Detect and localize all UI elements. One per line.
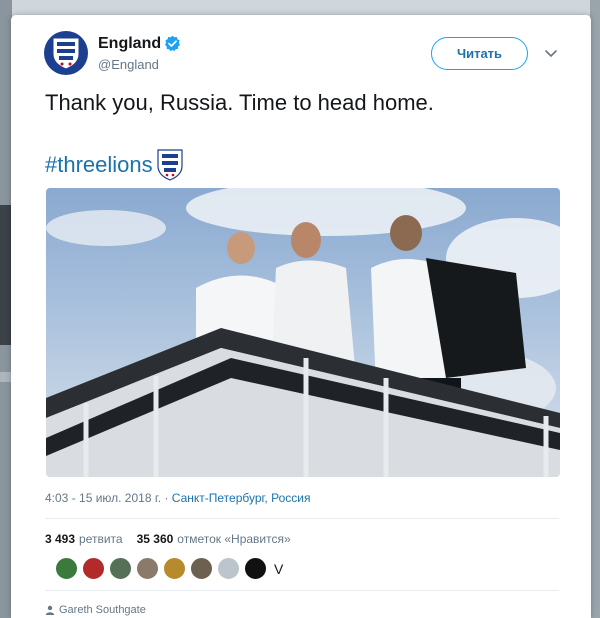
liker-avatar[interactable] (217, 557, 240, 580)
divider (45, 590, 559, 591)
user-handle[interactable]: @England (98, 57, 159, 72)
liker-avatar[interactable] (136, 557, 159, 580)
tweet-meta: 4:03 - 15 июл. 2018 г. · Санкт-Петербург… (45, 491, 310, 505)
like-label: отметок «Нравится» (177, 532, 291, 546)
retweet-stat[interactable]: 3 493 ретвита (45, 532, 123, 546)
tweet-location[interactable]: Санкт-Петербург, Россия (172, 491, 311, 505)
tweet-card: England @England Читать Thank you, Russi… (11, 15, 591, 618)
meta-separator: · (164, 491, 172, 505)
avatar[interactable] (44, 31, 88, 75)
author-attribution: Gareth Southgate (45, 604, 146, 616)
tweet-photo[interactable] (46, 188, 560, 477)
hashtag-link[interactable]: #threelions (45, 152, 153, 178)
three-lions-crest-icon (157, 149, 183, 181)
person-icon (45, 605, 55, 615)
three-lions-crest-icon (52, 37, 80, 70)
like-count: 35 360 (136, 532, 174, 546)
tweet-text: Thank you, Russia. Time to head home. (45, 90, 434, 115)
tweet-timestamp[interactable]: 4:03 - 15 июл. 2018 г. (45, 491, 161, 505)
verified-icon (164, 35, 181, 52)
liker-more-icon[interactable]: V (274, 561, 283, 577)
user-name[interactable]: England (98, 35, 161, 53)
team-boarding-plane-photo (46, 188, 560, 477)
liker-avatar[interactable] (82, 557, 105, 580)
retweet-count: 3 493 (45, 532, 76, 546)
retweet-label: ретвита (79, 532, 123, 546)
caret-down-icon[interactable] (543, 45, 559, 61)
likers-list: V (55, 557, 283, 580)
follow-button[interactable]: Читать (431, 37, 528, 70)
liker-avatar[interactable] (163, 557, 186, 580)
liker-avatar[interactable] (244, 557, 267, 580)
liker-avatar[interactable] (55, 557, 78, 580)
like-stat[interactable]: 35 360 отметок «Нравится» (137, 532, 291, 546)
liker-avatar[interactable] (109, 557, 132, 580)
tweet-stats: 3 493 ретвита 35 360 отметок «Нравится» (45, 532, 291, 546)
liker-avatar[interactable] (190, 557, 213, 580)
hashtag-line: #threelions (45, 147, 183, 183)
divider (45, 518, 559, 519)
background-right (590, 0, 600, 618)
author-name[interactable]: Gareth Southgate (59, 604, 146, 616)
